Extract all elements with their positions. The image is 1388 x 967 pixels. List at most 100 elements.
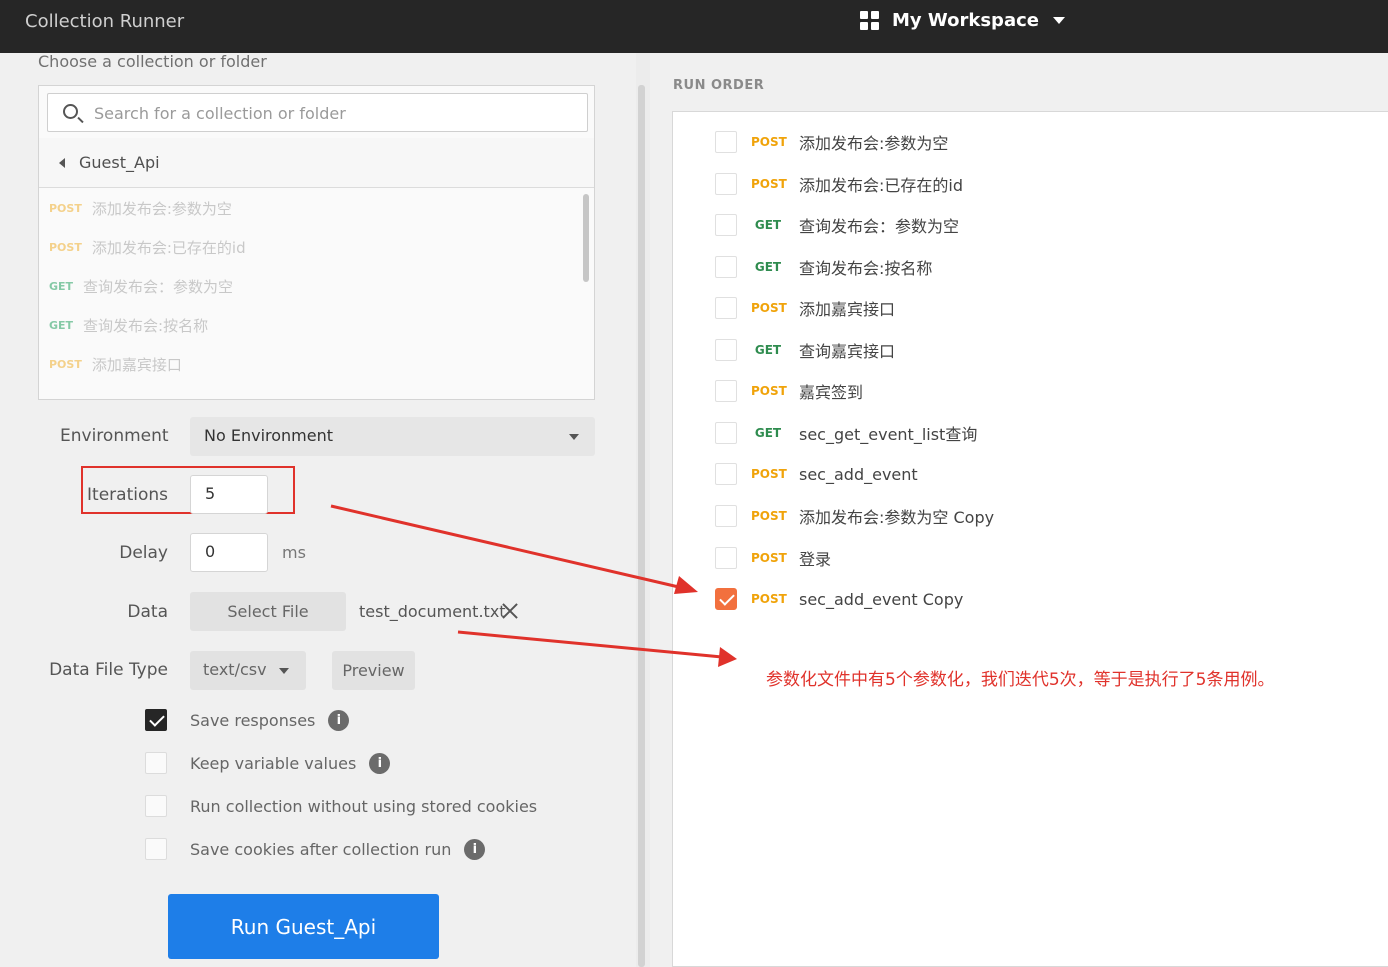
request-name: 查询发布会:按名称 bbox=[83, 317, 209, 335]
collection-folder-guest-api[interactable]: Guest_Api bbox=[39, 138, 594, 188]
run-order-title: RUN ORDER bbox=[673, 78, 765, 93]
method-badge: POST bbox=[49, 241, 82, 254]
option-save-responses[interactable]: Save responses i bbox=[145, 709, 350, 731]
info-icon[interactable]: i bbox=[369, 752, 391, 774]
runner-config-panel: Choose a collection or folder Guest_Api … bbox=[0, 52, 636, 967]
list-item[interactable]: GET 查询嘉宾接口 bbox=[715, 338, 895, 362]
chevron-down-icon bbox=[279, 668, 289, 674]
option-label: Save responses bbox=[190, 710, 316, 730]
option-save-cookies[interactable]: Save cookies after collection run i bbox=[145, 838, 486, 860]
environment-select[interactable]: No Environment bbox=[190, 417, 595, 456]
close-icon[interactable] bbox=[500, 601, 520, 621]
request-name: 添加发布会:参数为空 Copy bbox=[799, 508, 995, 527]
request-checkbox[interactable] bbox=[715, 380, 737, 402]
request-name: 添加发布会:参数为空 bbox=[799, 134, 949, 153]
option-label: Keep variable values bbox=[190, 753, 357, 773]
list-item[interactable]: POST sec_add_event Copy bbox=[715, 587, 963, 611]
request-name: 登录 bbox=[799, 550, 832, 569]
data-file-type-label: Data File Type bbox=[49, 660, 168, 680]
info-icon[interactable]: i bbox=[328, 709, 350, 731]
search-input[interactable] bbox=[94, 101, 564, 125]
request-name: 添加嘉宾接口 bbox=[799, 300, 896, 319]
back-arrow-icon[interactable] bbox=[59, 157, 65, 168]
preview-button[interactable]: Preview bbox=[332, 651, 415, 690]
list-item[interactable]: POST 添加发布会:参数为空 bbox=[715, 130, 948, 154]
method-badge: POST bbox=[49, 202, 82, 215]
list-item[interactable]: GET 查询发布会：参数为空 bbox=[39, 267, 584, 306]
chevron-down-icon bbox=[569, 434, 579, 440]
run-without-cookies-checkbox[interactable] bbox=[145, 795, 167, 817]
method-badge: GET bbox=[49, 280, 74, 293]
iterations-value: 5 bbox=[205, 484, 216, 503]
request-list-scrollbar[interactable] bbox=[583, 194, 589, 394]
data-file-name: test_document.txt bbox=[359, 602, 506, 621]
delay-unit: ms bbox=[282, 543, 306, 562]
request-list: POST 添加发布会:参数为空 POST 添加发布会:已存在的id GET 查询发布会… bbox=[39, 189, 584, 399]
run-collection-button[interactable]: Run Guest_Api bbox=[168, 894, 439, 959]
option-run-without-cookies[interactable]: Run collection without using stored cook… bbox=[145, 795, 537, 817]
method-badge: POST bbox=[49, 358, 82, 371]
request-checkbox[interactable] bbox=[715, 547, 737, 569]
request-checkbox-checked[interactable] bbox=[715, 588, 737, 610]
request-checkbox[interactable] bbox=[715, 339, 737, 361]
save-cookies-checkbox[interactable] bbox=[145, 838, 167, 860]
request-name: 查询发布会:按名称 bbox=[799, 259, 933, 278]
list-item[interactable]: GET 查询发布会：参数为空 bbox=[715, 213, 959, 237]
environment-value: No Environment bbox=[204, 426, 334, 445]
request-checkbox[interactable] bbox=[715, 463, 737, 485]
request-checkbox[interactable] bbox=[715, 214, 737, 236]
data-label: Data bbox=[127, 602, 168, 622]
request-name: sec_add_event Copy bbox=[799, 589, 964, 609]
data-file-type-select[interactable]: text/csv bbox=[190, 651, 306, 690]
request-name: 查询嘉宾接口 bbox=[799, 342, 896, 361]
request-checkbox[interactable] bbox=[715, 297, 737, 319]
list-item[interactable]: GET sec_get_event_list查询 bbox=[715, 421, 977, 445]
request-name: 查询发布会：参数为空 bbox=[83, 278, 234, 296]
list-item[interactable]: POST 添加发布会:已存在的id bbox=[39, 228, 584, 267]
scroll-thumb[interactable] bbox=[583, 194, 589, 282]
list-item[interactable]: POST 嘉宾签到 bbox=[715, 379, 863, 403]
request-checkbox[interactable] bbox=[715, 131, 737, 153]
delay-input[interactable]: 0 bbox=[190, 533, 268, 572]
iterations-label: Iterations bbox=[87, 485, 168, 505]
method-badge: GET bbox=[49, 319, 74, 332]
request-name: sec_get_event_list查询 bbox=[799, 425, 978, 444]
list-item[interactable]: GET 查询发布会:按名称 bbox=[715, 255, 932, 279]
request-checkbox[interactable] bbox=[715, 422, 737, 444]
list-item[interactable]: POST 登录 bbox=[715, 546, 831, 570]
request-name: 添加发布会:已存在的id bbox=[799, 176, 963, 195]
request-checkbox[interactable] bbox=[715, 173, 737, 195]
run-order-panel: POST 添加发布会:参数为空 POST 添加发布会:已存在的id GET 查询发布会… bbox=[672, 111, 1388, 967]
list-item[interactable]: POST sec_add_event bbox=[715, 462, 918, 486]
workspace-label: My Workspace bbox=[892, 10, 1039, 31]
list-item[interactable]: POST 添加嘉宾接口 bbox=[715, 296, 895, 320]
environment-label: Environment bbox=[60, 426, 169, 446]
request-checkbox[interactable] bbox=[715, 256, 737, 278]
list-item[interactable]: POST 添加发布会:参数为空 Copy bbox=[715, 504, 994, 528]
iterations-input[interactable]: 5 bbox=[190, 475, 268, 514]
method-badge: POST bbox=[751, 135, 787, 149]
left-panel-scrollbar[interactable] bbox=[636, 53, 650, 967]
option-label: Run collection without using stored cook… bbox=[190, 796, 538, 816]
delay-label: Delay bbox=[119, 543, 168, 563]
list-item[interactable]: GET 查询发布会:按名称 bbox=[39, 306, 584, 345]
option-keep-variable-values[interactable]: Keep variable values i bbox=[145, 752, 391, 774]
select-file-button[interactable]: Select File bbox=[190, 592, 346, 631]
request-name: 嘉宾签到 bbox=[799, 383, 864, 402]
workspace-switcher[interactable]: My Workspace bbox=[860, 10, 1065, 31]
keep-variable-values-checkbox[interactable] bbox=[145, 752, 167, 774]
method-badge: POST bbox=[751, 592, 787, 606]
request-checkbox[interactable] bbox=[715, 505, 737, 527]
list-item[interactable]: POST 添加发布会:已存在的id bbox=[715, 172, 963, 196]
scroll-thumb[interactable] bbox=[638, 85, 645, 967]
collection-picker: Guest_Api POST 添加发布会:参数为空 POST 添加发布会:已存在的i… bbox=[38, 85, 595, 400]
run-order-section: RUN ORDER POST 添加发布会:参数为空 POST 添加发布会:已存在的i… bbox=[650, 53, 1388, 967]
info-icon[interactable]: i bbox=[464, 838, 486, 860]
list-item[interactable]: POST 添加嘉宾接口 bbox=[39, 345, 584, 384]
chevron-down-icon bbox=[1052, 17, 1065, 24]
data-file-type-value: text/csv bbox=[203, 660, 267, 679]
request-name: 查询发布会：参数为空 bbox=[799, 217, 960, 236]
save-responses-checkbox[interactable] bbox=[145, 709, 167, 731]
method-badge: POST bbox=[751, 551, 787, 565]
list-item[interactable]: POST 添加发布会:参数为空 bbox=[39, 189, 584, 228]
